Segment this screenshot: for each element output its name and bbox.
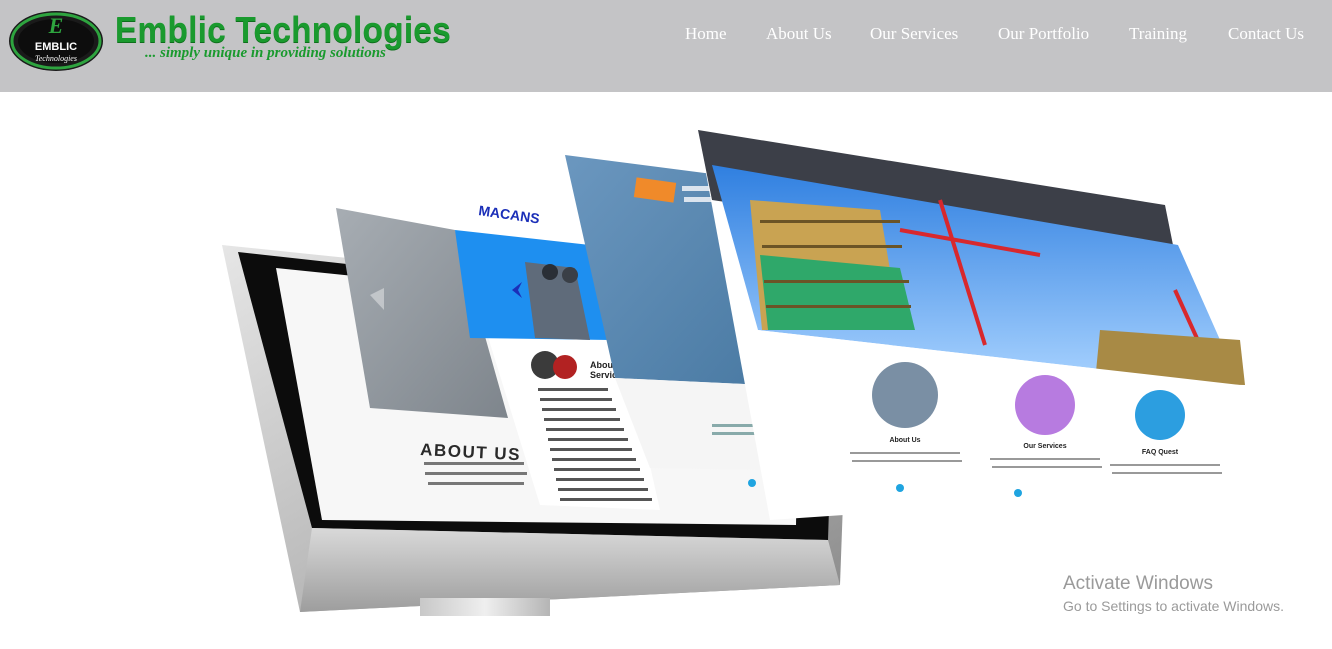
- nav-our-services[interactable]: Our Services: [870, 24, 958, 44]
- screen-panel-front: About Us Our Services FAQ Quest: [698, 130, 1290, 520]
- nav-about-us[interactable]: About Us: [766, 24, 832, 44]
- logo-link[interactable]: E EMBLIC Technologies: [8, 10, 104, 72]
- brand-tagline: ... simply unique in providing solutions: [145, 45, 386, 61]
- activate-windows-subtitle[interactable]: Go to Settings to activate Windows.: [1063, 596, 1284, 616]
- site-header: E EMBLIC Technologies Emblic Technologie…: [0, 0, 1332, 92]
- hero-illustration: MACANS About S Service ABOUT US About Us…: [222, 130, 1290, 616]
- svg-text:Our Services: Our Services: [1023, 443, 1066, 450]
- logo-subword: Technologies: [35, 54, 77, 63]
- activate-windows-watermark: Activate Windows Go to Settings to activ…: [1063, 572, 1284, 616]
- logo-word: EMBLIC: [35, 41, 77, 53]
- nav-contact-us[interactable]: Contact Us: [1228, 24, 1304, 44]
- emblic-logo-icon: E EMBLIC Technologies: [9, 11, 103, 71]
- nav-our-portfolio[interactable]: Our Portfolio: [998, 24, 1089, 44]
- hero-banner: MACANS About S Service ABOUT US About Us…: [0, 92, 1332, 649]
- logo-letter: E: [48, 13, 64, 38]
- nav-home[interactable]: Home: [685, 24, 727, 44]
- activate-windows-title: Activate Windows: [1063, 573, 1213, 594]
- svg-text:About Us: About Us: [889, 437, 920, 444]
- svg-text:FAQ Quest: FAQ Quest: [1142, 449, 1179, 456]
- nav-training[interactable]: Training: [1129, 24, 1187, 44]
